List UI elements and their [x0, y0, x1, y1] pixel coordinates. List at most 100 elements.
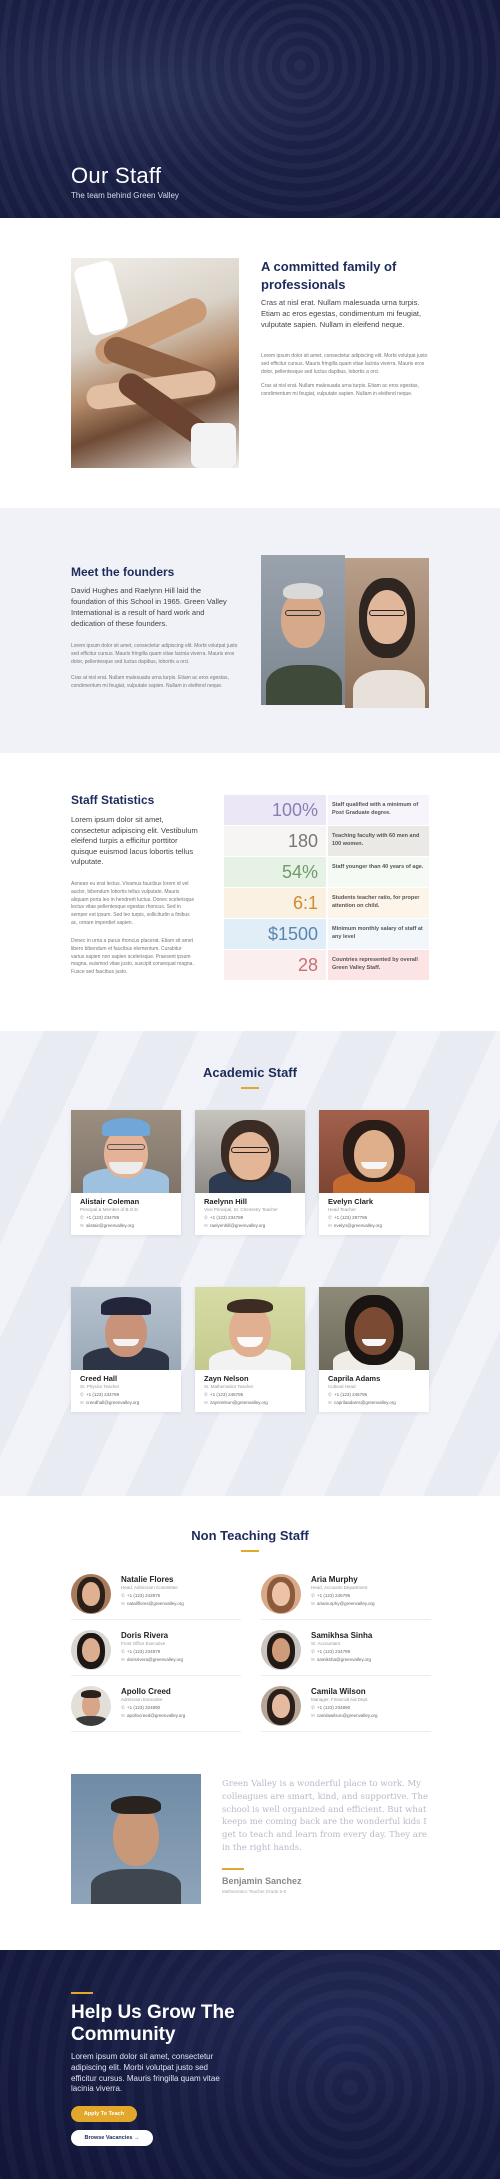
- staff-email-text: dorisrivera@greenvalley.org: [127, 1657, 184, 1662]
- committed-paragraph-1: Lorem ipsum dolor sit amet, consectetur …: [261, 353, 428, 375]
- staff-photo: [319, 1287, 429, 1370]
- stat-label: Countries represented by overall Green V…: [328, 950, 429, 980]
- stat-value: 180: [224, 826, 326, 856]
- staff-role: Sr. Physics Teacher: [80, 1384, 120, 1389]
- browse-vacancies-button[interactable]: Browse Vacancies →: [71, 2130, 153, 2146]
- stat-value: 54%: [224, 857, 326, 887]
- staff-email-text: nataliflores@greenvalley.org: [127, 1601, 184, 1606]
- staff-email[interactable]: ✉ ariamurphy@greenvalley.org: [311, 1601, 375, 1607]
- stat-value: 6:1: [224, 888, 326, 918]
- staff-email[interactable]: ✉ creedhall@greenvalley.org: [80, 1400, 139, 1406]
- stat-value: 28: [224, 950, 326, 980]
- testimonial-name: Benjamin Sanchez: [222, 1876, 302, 1886]
- founders-lead-text: David Hughes and Raelynn Hill laid the f…: [71, 586, 227, 628]
- staff-list-item[interactable]: Aria Murphy Head, Accounts Department ✆ +…: [261, 1574, 431, 1620]
- staff-phone-text: +1 (123) 234789: [317, 1649, 351, 1654]
- staff-email[interactable]: ✉ raelynnhill@greenvalley.org: [204, 1223, 265, 1229]
- staff-email[interactable]: ✉ alistair@greenvalley.org: [80, 1223, 134, 1229]
- staff-phone[interactable]: ✆ +1 (123) 234789: [311, 1649, 350, 1655]
- stat-row: 180 Teaching faculty with 60 men and 100…: [224, 826, 429, 856]
- founder-photo-david: [261, 555, 345, 705]
- staff-phone[interactable]: ✆ +1 (123) 246795: [204, 1392, 243, 1398]
- staff-email[interactable]: ✉ caprilaadams@greenvalley.org: [328, 1400, 396, 1406]
- staff-name: Caprila Adams: [328, 1374, 381, 1383]
- staff-name: Apollo Creed: [121, 1687, 171, 1696]
- staff-email-text: camilawilson@greenvalley.org: [317, 1713, 378, 1718]
- staff-email[interactable]: ✉ nataliflores@greenvalley.org: [121, 1601, 184, 1607]
- staff-phone[interactable]: ✆ +1 (123) 234789: [204, 1215, 243, 1221]
- academic-background-texture: [0, 1031, 500, 1496]
- staff-card[interactable]: Creed Hall Sr. Physics Teacher ✆ +1 (123)…: [71, 1287, 181, 1412]
- staff-phone[interactable]: ✆ +1 (123) 324890: [121, 1705, 160, 1711]
- staff-phone[interactable]: ✆ +1 (123) 234879: [121, 1649, 160, 1655]
- staff-email-text: evelyn@greenvalley.org: [334, 1223, 383, 1228]
- staff-email-text: raelynnhill@greenvalley.org: [210, 1223, 266, 1228]
- staff-statistics-section: Staff Statistics Lorem ipsum dolor sit a…: [0, 753, 500, 1031]
- staff-phone-text: +1 (123) 324890: [127, 1705, 161, 1710]
- staff-email[interactable]: ✉ apollocreed@greenvalley.org: [121, 1713, 185, 1719]
- avatar: [261, 1686, 301, 1726]
- stat-value: $1500: [224, 919, 326, 949]
- staff-name: Evelyn Clark: [328, 1197, 374, 1206]
- hero-section: Our Staff The team behind Green Valley: [0, 0, 500, 218]
- staff-phone[interactable]: ✆ +1 (123) 246795: [311, 1593, 350, 1599]
- staff-role: Principal & Member of B.O.D.: [80, 1207, 140, 1212]
- cta-section: Help Us Grow The Community Lorem ipsum d…: [0, 1950, 500, 2179]
- staff-photo: [195, 1110, 305, 1193]
- staff-list-item[interactable]: Samikhsa Sinha Sr. Accountant ✆ +1 (123) …: [261, 1630, 431, 1676]
- staff-name: Alistair Coleman: [80, 1197, 140, 1206]
- stat-row: $1500 Minimum monthly salary of staff at…: [224, 919, 429, 949]
- statistics-paragraph-1: Aenean eu erat lectus. Vivamus faucibus …: [71, 881, 195, 926]
- staff-list-item[interactable]: Camila Wilson Manager, Financial Aid Dep…: [261, 1686, 431, 1732]
- page-subtitle: The team behind Green Valley: [71, 191, 179, 200]
- staff-role: Head Teacher: [328, 1207, 356, 1212]
- staff-phone[interactable]: ✆ +1 (123) 234789: [80, 1215, 119, 1221]
- apply-to-teach-button[interactable]: Apply To Teach: [71, 2106, 137, 2122]
- avatar: [261, 1630, 301, 1670]
- staff-list-item[interactable]: Apollo Creed Admission Executive ✆ +1 (12…: [71, 1686, 241, 1732]
- staff-email[interactable]: ✉ camilawilson@greenvalley.org: [311, 1713, 378, 1719]
- committed-heading: A committed family of professionals: [261, 259, 397, 292]
- staff-card[interactable]: Alistair Coleman Principal & Member of B…: [71, 1110, 181, 1235]
- staff-phone-text: +1 (123) 234789: [86, 1215, 120, 1220]
- staff-role: Head, Admission Committee: [121, 1585, 178, 1590]
- staff-phone[interactable]: ✆ +1 (123) 246795: [328, 1392, 367, 1398]
- page-title: Our Staff: [71, 163, 162, 188]
- staff-email-text: zaynnelson@greenvalley.org: [210, 1400, 268, 1405]
- cta-heading: Help Us Grow The Community: [71, 2002, 235, 2045]
- testimonial-quote: Green Valley is a wonderful place to wor…: [222, 1779, 428, 1853]
- committed-paragraph-2: Cras at nisl erat. Nullam malesuada urna…: [261, 383, 419, 397]
- staff-card[interactable]: Zayn Nelson Sr. Mathematics Teacher ✆ +1 …: [195, 1287, 305, 1412]
- staff-phone-text: +1 (123) 234890: [317, 1705, 351, 1710]
- staff-photo: [71, 1110, 181, 1193]
- staff-email-text: alistair@greenvalley.org: [86, 1223, 135, 1228]
- staff-card[interactable]: Evelyn Clark Head Teacher ✆ +1 (123) 2877…: [319, 1110, 429, 1235]
- staff-phone-text: +1 (123) 246795: [317, 1593, 351, 1598]
- founder-photo-raelynn: [345, 558, 429, 708]
- staff-card[interactable]: Caprila Adams Cultural Head ✆ +1 (123) 24…: [319, 1287, 429, 1412]
- staff-email[interactable]: ✉ dorisrivera@greenvalley.org: [121, 1657, 183, 1663]
- statistics-heading: Staff Statistics: [71, 793, 155, 807]
- staff-email-text: creedhall@greenvalley.org: [86, 1400, 140, 1405]
- staff-phone[interactable]: ✆ +1 (123) 234890: [311, 1705, 350, 1711]
- staff-email[interactable]: ✉ evelyn@greenvalley.org: [328, 1223, 382, 1229]
- staff-phone[interactable]: ✆ +1 (123) 287786: [328, 1215, 367, 1221]
- staff-list-item[interactable]: Natalie Flores Head, Admission Committee…: [71, 1574, 241, 1620]
- academic-heading: Academic Staff: [203, 1065, 297, 1080]
- staff-role: Front Office Executive: [121, 1641, 166, 1646]
- staff-role: Sr. Mathematics Teacher: [204, 1384, 254, 1389]
- staff-email[interactable]: ✉ zaynnelson@greenvalley.org: [204, 1400, 268, 1406]
- stat-label: Students teacher ratio, for proper atten…: [328, 888, 429, 918]
- staff-email[interactable]: ✉ samiksha@greenvalley.org: [311, 1657, 371, 1663]
- staff-card[interactable]: Raelynn Hill Vice Principal, Sr. Chemist…: [195, 1110, 305, 1235]
- stat-label: Minimum monthly salary of staff at any l…: [328, 919, 429, 949]
- staff-phone[interactable]: ✆ +1 (123) 234789: [80, 1392, 119, 1398]
- academic-heading-rule: [241, 1087, 259, 1089]
- staff-name: Camila Wilson: [311, 1687, 366, 1696]
- founders-heading: Meet the founders: [71, 565, 175, 579]
- staff-role: Manager, Financial Aid Dept.: [311, 1697, 369, 1702]
- staff-phone-text: +1 (123) 246795: [210, 1392, 244, 1397]
- staff-phone-text: +1 (123) 234879: [127, 1649, 161, 1654]
- staff-list-item[interactable]: Doris Rivera Front Office Executive ✆ +1 …: [71, 1630, 241, 1676]
- staff-phone[interactable]: ✆ +1 (123) 242876: [121, 1593, 160, 1599]
